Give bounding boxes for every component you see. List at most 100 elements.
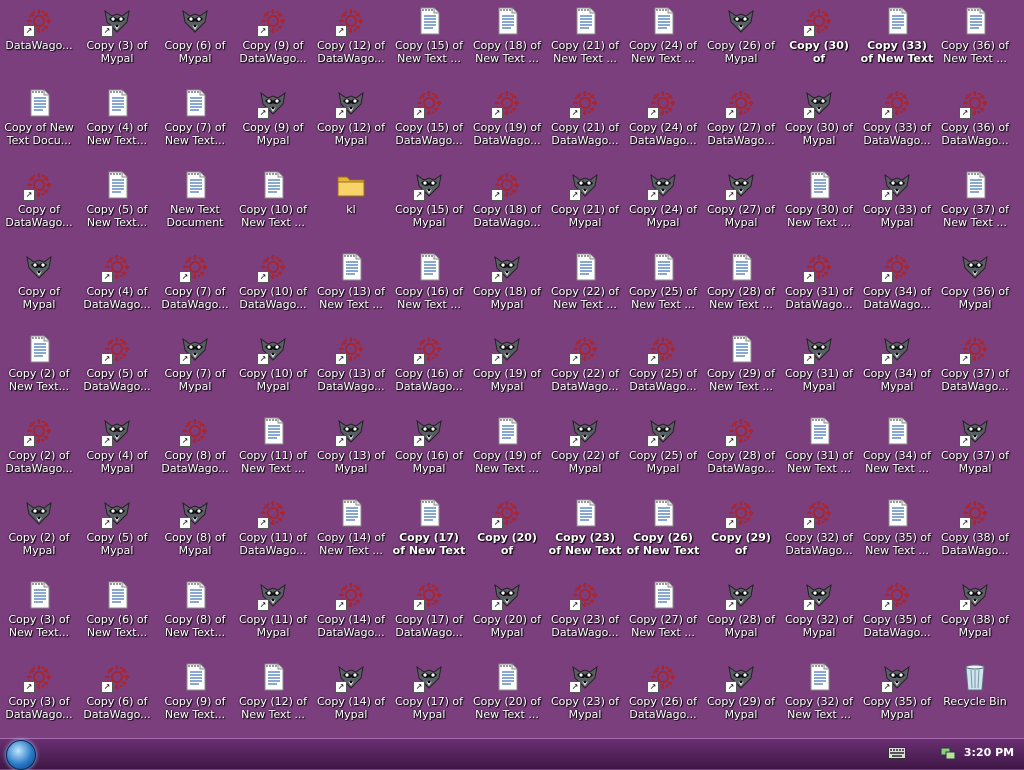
desktop-icon[interactable]: kl (313, 165, 389, 245)
network-icon[interactable] (940, 745, 956, 761)
desktop-icon[interactable]: ↗ Copy (30) of DataWago... (781, 1, 857, 81)
desktop-icon[interactable]: Copy (37) of New Text ... (937, 165, 1013, 245)
desktop-icon[interactable]: New Text Document (157, 165, 233, 245)
desktop-icon[interactable]: ↗ Copy (27) of DataWago... (703, 83, 779, 163)
desktop-icon[interactable]: ↗ Copy (31) of Mypal (781, 329, 857, 409)
desktop-icon[interactable]: ↗ Copy (18) of DataWago... (469, 165, 545, 245)
desktop-icon[interactable]: ↗ Copy (16) of DataWago... (391, 329, 467, 409)
desktop-icon[interactable]: ↗ Copy (35) of DataWago... (859, 575, 935, 655)
desktop-icon[interactable]: ↗ Copy (13) of DataWago... (313, 329, 389, 409)
desktop-icon[interactable]: Copy (3) of New Text... (1, 575, 77, 655)
desktop-icon[interactable]: Copy (20) of New Text ... (469, 657, 545, 737)
desktop-icon[interactable]: ↗ Copy (21) of DataWago... (547, 83, 623, 163)
desktop-icon[interactable]: ↗ Copy (27) of Mypal (703, 165, 779, 245)
desktop-icon[interactable]: ↗ Copy (3) of DataWago... (1, 657, 77, 737)
desktop-icon[interactable]: ↗ Copy (32) of DataWago... (781, 493, 857, 573)
desktop-icon[interactable]: ↗ Copy (15) of Mypal (391, 165, 467, 245)
desktop-icon[interactable]: ↗ Copy (35) of Mypal (859, 657, 935, 737)
keyboard-icon[interactable] (888, 747, 906, 759)
desktop-icon[interactable]: ↗ Copy (38) of DataWago... (937, 493, 1013, 573)
desktop-icon[interactable]: ↗ Copy (13) of Mypal (313, 411, 389, 491)
desktop-icon[interactable]: Copy (5) of New Text... (79, 165, 155, 245)
desktop-icon[interactable]: Copy (7) of New Text... (157, 83, 233, 163)
desktop-icon[interactable]: Copy (6) of New Text... (79, 575, 155, 655)
desktop-icon[interactable]: ↗ Copy (17) of DataWago... (391, 575, 467, 655)
desktop-icon[interactable]: Copy (23) of New Text ... (547, 493, 623, 573)
desktop-icon[interactable]: Copy (2) of Mypal (1, 493, 77, 573)
desktop-icon[interactable]: ↗ Copy (18) of Mypal (469, 247, 545, 327)
desktop-icon[interactable]: ↗ Copy (23) of Mypal (547, 657, 623, 737)
desktop-icon[interactable]: Copy (24) of New Text ... (625, 1, 701, 81)
desktop-icon[interactable]: Copy (14) of New Text ... (313, 493, 389, 573)
desktop-icon[interactable]: ↗ Copy (38) of Mypal (937, 575, 1013, 655)
desktop-icon[interactable]: ↗ Copy (16) of Mypal (391, 411, 467, 491)
desktop-icon[interactable]: ↗ Copy (12) of Mypal (313, 83, 389, 163)
desktop-icon[interactable]: Copy (21) of New Text ... (547, 1, 623, 81)
desktop-icon[interactable]: ↗ Copy (5) of DataWago... (79, 329, 155, 409)
desktop-icon[interactable]: Copy of Mypal (1, 247, 77, 327)
desktop-icon[interactable]: Copy (33) of New Text ... (859, 1, 935, 81)
desktop-icon[interactable]: ↗ Copy (28) of DataWago... (703, 411, 779, 491)
desktop-icon[interactable]: ↗ Copy (4) of Mypal (79, 411, 155, 491)
desktop-icon[interactable]: Copy (8) of New Text... (157, 575, 233, 655)
desktop-icon[interactable]: ↗ Copy (10) of DataWago... (235, 247, 311, 327)
desktop-icon[interactable]: ↗ Copy (26) of DataWago... (625, 657, 701, 737)
desktop-icon[interactable]: ↗ Copy (32) of Mypal (781, 575, 857, 655)
desktop-icon[interactable]: ↗ Copy (7) of Mypal (157, 329, 233, 409)
desktop-icon[interactable]: ↗ Copy (5) of Mypal (79, 493, 155, 573)
desktop-icon[interactable]: ↗ Copy (8) of Mypal (157, 493, 233, 573)
desktop-icon[interactable]: ↗ Copy (24) of Mypal (625, 165, 701, 245)
desktop-icon[interactable]: Copy (26) of Mypal (703, 1, 779, 81)
desktop-icon[interactable]: Copy of New Text Docu... (1, 83, 77, 163)
desktop-icon[interactable]: Copy (31) of New Text ... (781, 411, 857, 491)
desktop-icon[interactable]: ↗ Copy (20) of DataWago... (469, 493, 545, 573)
desktop-icon[interactable]: ↗ Copy (7) of DataWago... (157, 247, 233, 327)
desktop-icon[interactable]: Copy (18) of New Text ... (469, 1, 545, 81)
desktop-icon[interactable]: ↗ Copy (24) of DataWago... (625, 83, 701, 163)
desktop-icon[interactable]: Copy (10) of New Text ... (235, 165, 311, 245)
desktop-icon[interactable]: ↗ Copy (33) of Mypal (859, 165, 935, 245)
desktop-icon[interactable]: Copy (28) of New Text ... (703, 247, 779, 327)
desktop-icon[interactable]: Copy (26) of New Text ... (625, 493, 701, 573)
desktop-icon[interactable]: Copy (35) of New Text ... (859, 493, 935, 573)
desktop-icon[interactable]: ↗ Copy (37) of Mypal (937, 411, 1013, 491)
desktop-icon[interactable]: ↗ Copy (11) of Mypal (235, 575, 311, 655)
desktop-icon[interactable]: Copy (17) of New Text ... (391, 493, 467, 573)
desktop-icon[interactable]: Copy (19) of New Text ... (469, 411, 545, 491)
desktop-icon[interactable]: ↗ Copy (14) of Mypal (313, 657, 389, 737)
desktop-icon[interactable]: Copy (34) of New Text ... (859, 411, 935, 491)
desktop-icon[interactable]: Copy (15) of New Text ... (391, 1, 467, 81)
desktop-icon[interactable]: ↗ Copy (23) of DataWago... (547, 575, 623, 655)
desktop-icon[interactable]: ↗ Copy (25) of Mypal (625, 411, 701, 491)
desktop-icon[interactable]: ↗ DataWago... (1, 1, 77, 81)
desktop-icon[interactable]: ↗ Copy (14) of DataWago... (313, 575, 389, 655)
desktop-icon[interactable]: Copy (36) of Mypal (937, 247, 1013, 327)
desktop-icon[interactable]: ↗ Copy (2) of DataWago... (1, 411, 77, 491)
desktop-icon[interactable]: Copy (29) of New Text ... (703, 329, 779, 409)
desktop-icon[interactable]: ↗ Copy (20) of Mypal (469, 575, 545, 655)
desktop-icon[interactable]: Recycle Bin (937, 657, 1013, 737)
desktop-icon[interactable]: ↗ Copy (6) of DataWago... (79, 657, 155, 737)
desktop-icon[interactable]: ↗ Copy of DataWago... (1, 165, 77, 245)
desktop-icon[interactable]: ↗ Copy (34) of Mypal (859, 329, 935, 409)
clock[interactable]: 3:20 PM (960, 746, 1018, 759)
desktop-icon[interactable]: ↗ Copy (11) of DataWago... (235, 493, 311, 573)
desktop-icon[interactable]: ↗ Copy (9) of DataWago... (235, 1, 311, 81)
desktop-icon[interactable]: ↗ Copy (34) of DataWago... (859, 247, 935, 327)
desktop-icon[interactable]: ↗ Copy (9) of Mypal (235, 83, 311, 163)
desktop-icon[interactable]: ↗ Copy (3) of Mypal (79, 1, 155, 81)
desktop-icon[interactable]: Copy (4) of New Text... (79, 83, 155, 163)
desktop-icon[interactable]: ↗ Copy (29) of Mypal (703, 657, 779, 737)
desktop-icon[interactable]: ↗ Copy (19) of Mypal (469, 329, 545, 409)
desktop-icon[interactable]: ↗ Copy (36) of DataWago... (937, 83, 1013, 163)
desktop-icon[interactable]: ↗ Copy (21) of Mypal (547, 165, 623, 245)
desktop-icon[interactable]: ↗ Copy (29) of DataWago... (703, 493, 779, 573)
desktop-icon[interactable]: ↗ Copy (17) of Mypal (391, 657, 467, 737)
desktop-icon[interactable]: Copy (6) of Mypal (157, 1, 233, 81)
desktop-icon[interactable]: Copy (11) of New Text ... (235, 411, 311, 491)
desktop-icon[interactable]: ↗ Copy (4) of DataWago... (79, 247, 155, 327)
desktop-icon[interactable]: Copy (22) of New Text ... (547, 247, 623, 327)
desktop-icon[interactable]: ↗ Copy (22) of Mypal (547, 411, 623, 491)
desktop-icon[interactable]: Copy (25) of New Text ... (625, 247, 701, 327)
desktop-icon[interactable]: Copy (32) of New Text ... (781, 657, 857, 737)
